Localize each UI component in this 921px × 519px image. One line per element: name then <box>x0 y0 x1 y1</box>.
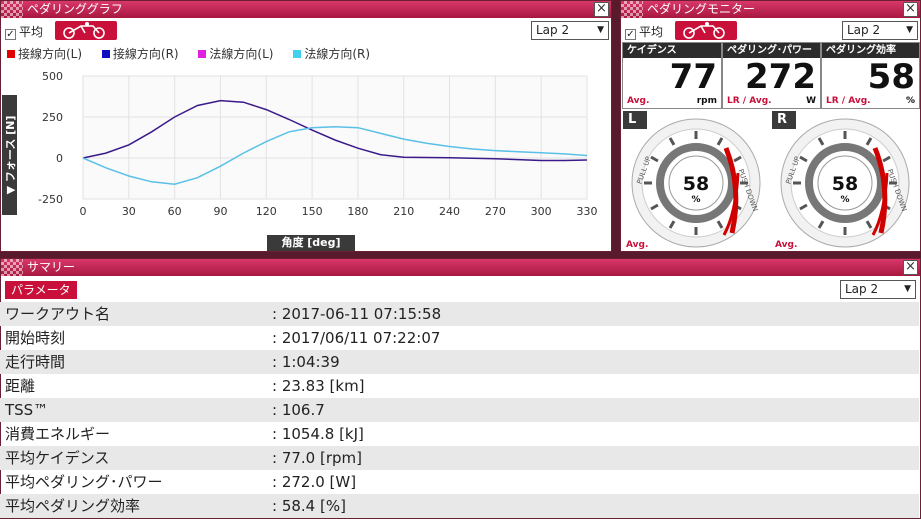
x-tick-label: 330 <box>577 205 598 218</box>
gauge-right: 58% PULL UP PUSH DOWN R Avg. <box>772 111 918 251</box>
gauge-left: 58% PULL UP PUSH DOWN L Avg. <box>623 111 769 251</box>
row-value: : 58.4 [%] <box>272 497 346 515</box>
pedaling-graph-panel: ペダリンググラフ × ✓ 平均 Lap 2 ▼ 接線方向(L) 接線方向(R) 法線… <box>0 0 612 252</box>
gauge-unit: % <box>691 195 700 205</box>
metric-unit: % <box>905 96 915 106</box>
summary-rows: ワークアウト名 : 2017-06-11 07:15:58 開始時刻 : 2017/… <box>0 302 919 518</box>
row-key: 開始時刻 <box>5 329 66 347</box>
table-row: 消費エネルギー : 1054.8 [kJ] <box>0 422 919 446</box>
close-icon[interactable]: × <box>903 260 918 275</box>
row-key: 消費エネルギー <box>5 425 111 443</box>
metric-value: 77 <box>669 57 717 97</box>
parameter-tab[interactable]: パラメータ <box>5 281 77 299</box>
x-tick-label: 180 <box>347 205 368 218</box>
gauge-avg-label: Avg. <box>775 240 798 250</box>
metric-unit: rpm <box>696 96 717 106</box>
gauge-value: 58 <box>832 173 858 195</box>
metric-sub: Avg. <box>627 96 650 106</box>
y-tick-label: 500 <box>42 70 63 83</box>
y-tick-label: 250 <box>42 111 63 124</box>
x-tick-label: 150 <box>302 205 323 218</box>
row-value: : 106.7 <box>272 401 325 419</box>
table-row: ワークアウト名 : 2017-06-11 07:15:58 <box>0 302 919 326</box>
x-tick-label: 30 <box>122 205 136 218</box>
checker-decoration-icon <box>1 259 23 276</box>
x-axis-label: 角度 [deg] <box>267 235 355 251</box>
x-tick-label: 120 <box>256 205 277 218</box>
metric-sub: LR / Avg. <box>727 96 772 106</box>
monitor-lap-select[interactable]: Lap 2 ▼ <box>842 21 918 40</box>
gauge-side-tag: L <box>623 111 647 129</box>
y-tick-label: -250 <box>38 193 63 206</box>
row-key: 平均ペダリング効率 <box>5 497 141 515</box>
power-metric: ペダリング･パワー 272 LR / Avg. W <box>722 42 821 109</box>
monitor-lap-select-value: Lap 2 <box>847 23 881 37</box>
dropdown-arrow-icon: ▼ <box>906 25 913 35</box>
table-row: 平均ペダリング･パワー : 272.0 [W] <box>0 470 919 494</box>
metric-value: 272 <box>745 57 816 97</box>
monitor-titlebar: ペダリングモニター × <box>621 1 920 18</box>
table-row: 平均ペダリング効率 : 58.4 [%] <box>0 494 919 518</box>
y-tick-label: 0 <box>56 152 63 165</box>
gauge-dial: 58%PULL UP PUSH DOWN <box>780 118 910 248</box>
gauge-side-tag: R <box>772 111 796 129</box>
metric-header: ペダリング･パワー <box>723 43 820 58</box>
row-value: : 23.83 [km] <box>272 377 365 395</box>
table-row: 開始時刻 : 2017/06/11 07:22:07 <box>0 326 919 350</box>
summary-panel-title: サマリー <box>27 260 76 274</box>
dropdown-arrow-icon: ▼ <box>904 284 911 294</box>
row-key: 平均ケイデンス <box>5 449 110 467</box>
cyclist-icon <box>675 21 737 40</box>
row-value: : 1054.8 [kJ] <box>272 425 364 443</box>
gauge-dial: 58%PULL UP PUSH DOWN <box>631 118 761 248</box>
row-value: : 77.0 [rpm] <box>272 449 362 467</box>
x-tick-label: 240 <box>439 205 460 218</box>
summary-lap-select[interactable]: Lap 2 ▼ <box>840 280 916 299</box>
row-key: ワークアウト名 <box>5 305 111 323</box>
close-icon[interactable]: × <box>903 2 918 17</box>
metric-sub: LR / Avg. <box>826 96 871 106</box>
cadence-metric: ケイデンス 77 Avg. rpm <box>622 42 722 109</box>
x-tick-label: 210 <box>393 205 414 218</box>
x-tick-label: 60 <box>168 205 182 218</box>
efficiency-metric: ペダリング効率 58 LR / Avg. % <box>821 42 920 109</box>
gauge-avg-label: Avg. <box>626 240 649 250</box>
table-row: 距離 : 23.83 [km] <box>0 374 919 398</box>
x-tick-label: 90 <box>213 205 227 218</box>
row-key: 走行時間 <box>5 353 66 371</box>
table-row: TSS™ : 106.7 <box>0 398 919 422</box>
force-chart: 0 30 60 90 120 150 180 210 240 270 300 330 500 250 0 -2… <box>38 70 598 218</box>
summary-lap-select-value: Lap 2 <box>845 282 879 296</box>
summary-titlebar: サマリー × <box>1 259 920 276</box>
metric-unit: W <box>806 96 816 106</box>
row-value: : 2017-06-11 07:15:58 <box>272 305 442 323</box>
row-value: : 2017/06/11 07:22:07 <box>272 329 441 347</box>
table-row: 走行時間 : 1:04:39 <box>0 350 919 374</box>
monitor-panel-title: ペダリングモニター <box>647 2 756 16</box>
metric-header: ケイデンス <box>623 43 721 58</box>
checker-decoration-icon <box>621 1 643 18</box>
pedaling-monitor-panel: ペダリングモニター × ✓ 平均 Lap 2 ▼ ケイデンス 77 Avg. rpm… <box>620 0 921 252</box>
checkmark-icon: ✓ <box>625 29 636 40</box>
monitor-avg-checkbox[interactable]: ✓ 平均 <box>625 23 663 40</box>
row-key: 距離 <box>5 377 36 395</box>
gauge-unit: % <box>840 195 849 205</box>
monitor-avg-label: 平均 <box>639 25 664 39</box>
x-tick-label: 0 <box>80 205 87 218</box>
x-tick-label: 300 <box>531 205 552 218</box>
x-tick-label: 270 <box>485 205 506 218</box>
plot-area <box>82 75 588 200</box>
metric-header: ペダリング効率 <box>822 43 919 58</box>
gauge-value: 58 <box>683 173 709 195</box>
table-row: 平均ケイデンス : 77.0 [rpm] <box>0 446 919 470</box>
row-value: : 272.0 [W] <box>272 473 357 491</box>
row-key: TSS™ <box>5 401 49 419</box>
metric-value: 58 <box>867 57 915 97</box>
row-key: 平均ペダリング･パワー <box>5 473 163 491</box>
row-value: : 1:04:39 <box>272 353 340 371</box>
